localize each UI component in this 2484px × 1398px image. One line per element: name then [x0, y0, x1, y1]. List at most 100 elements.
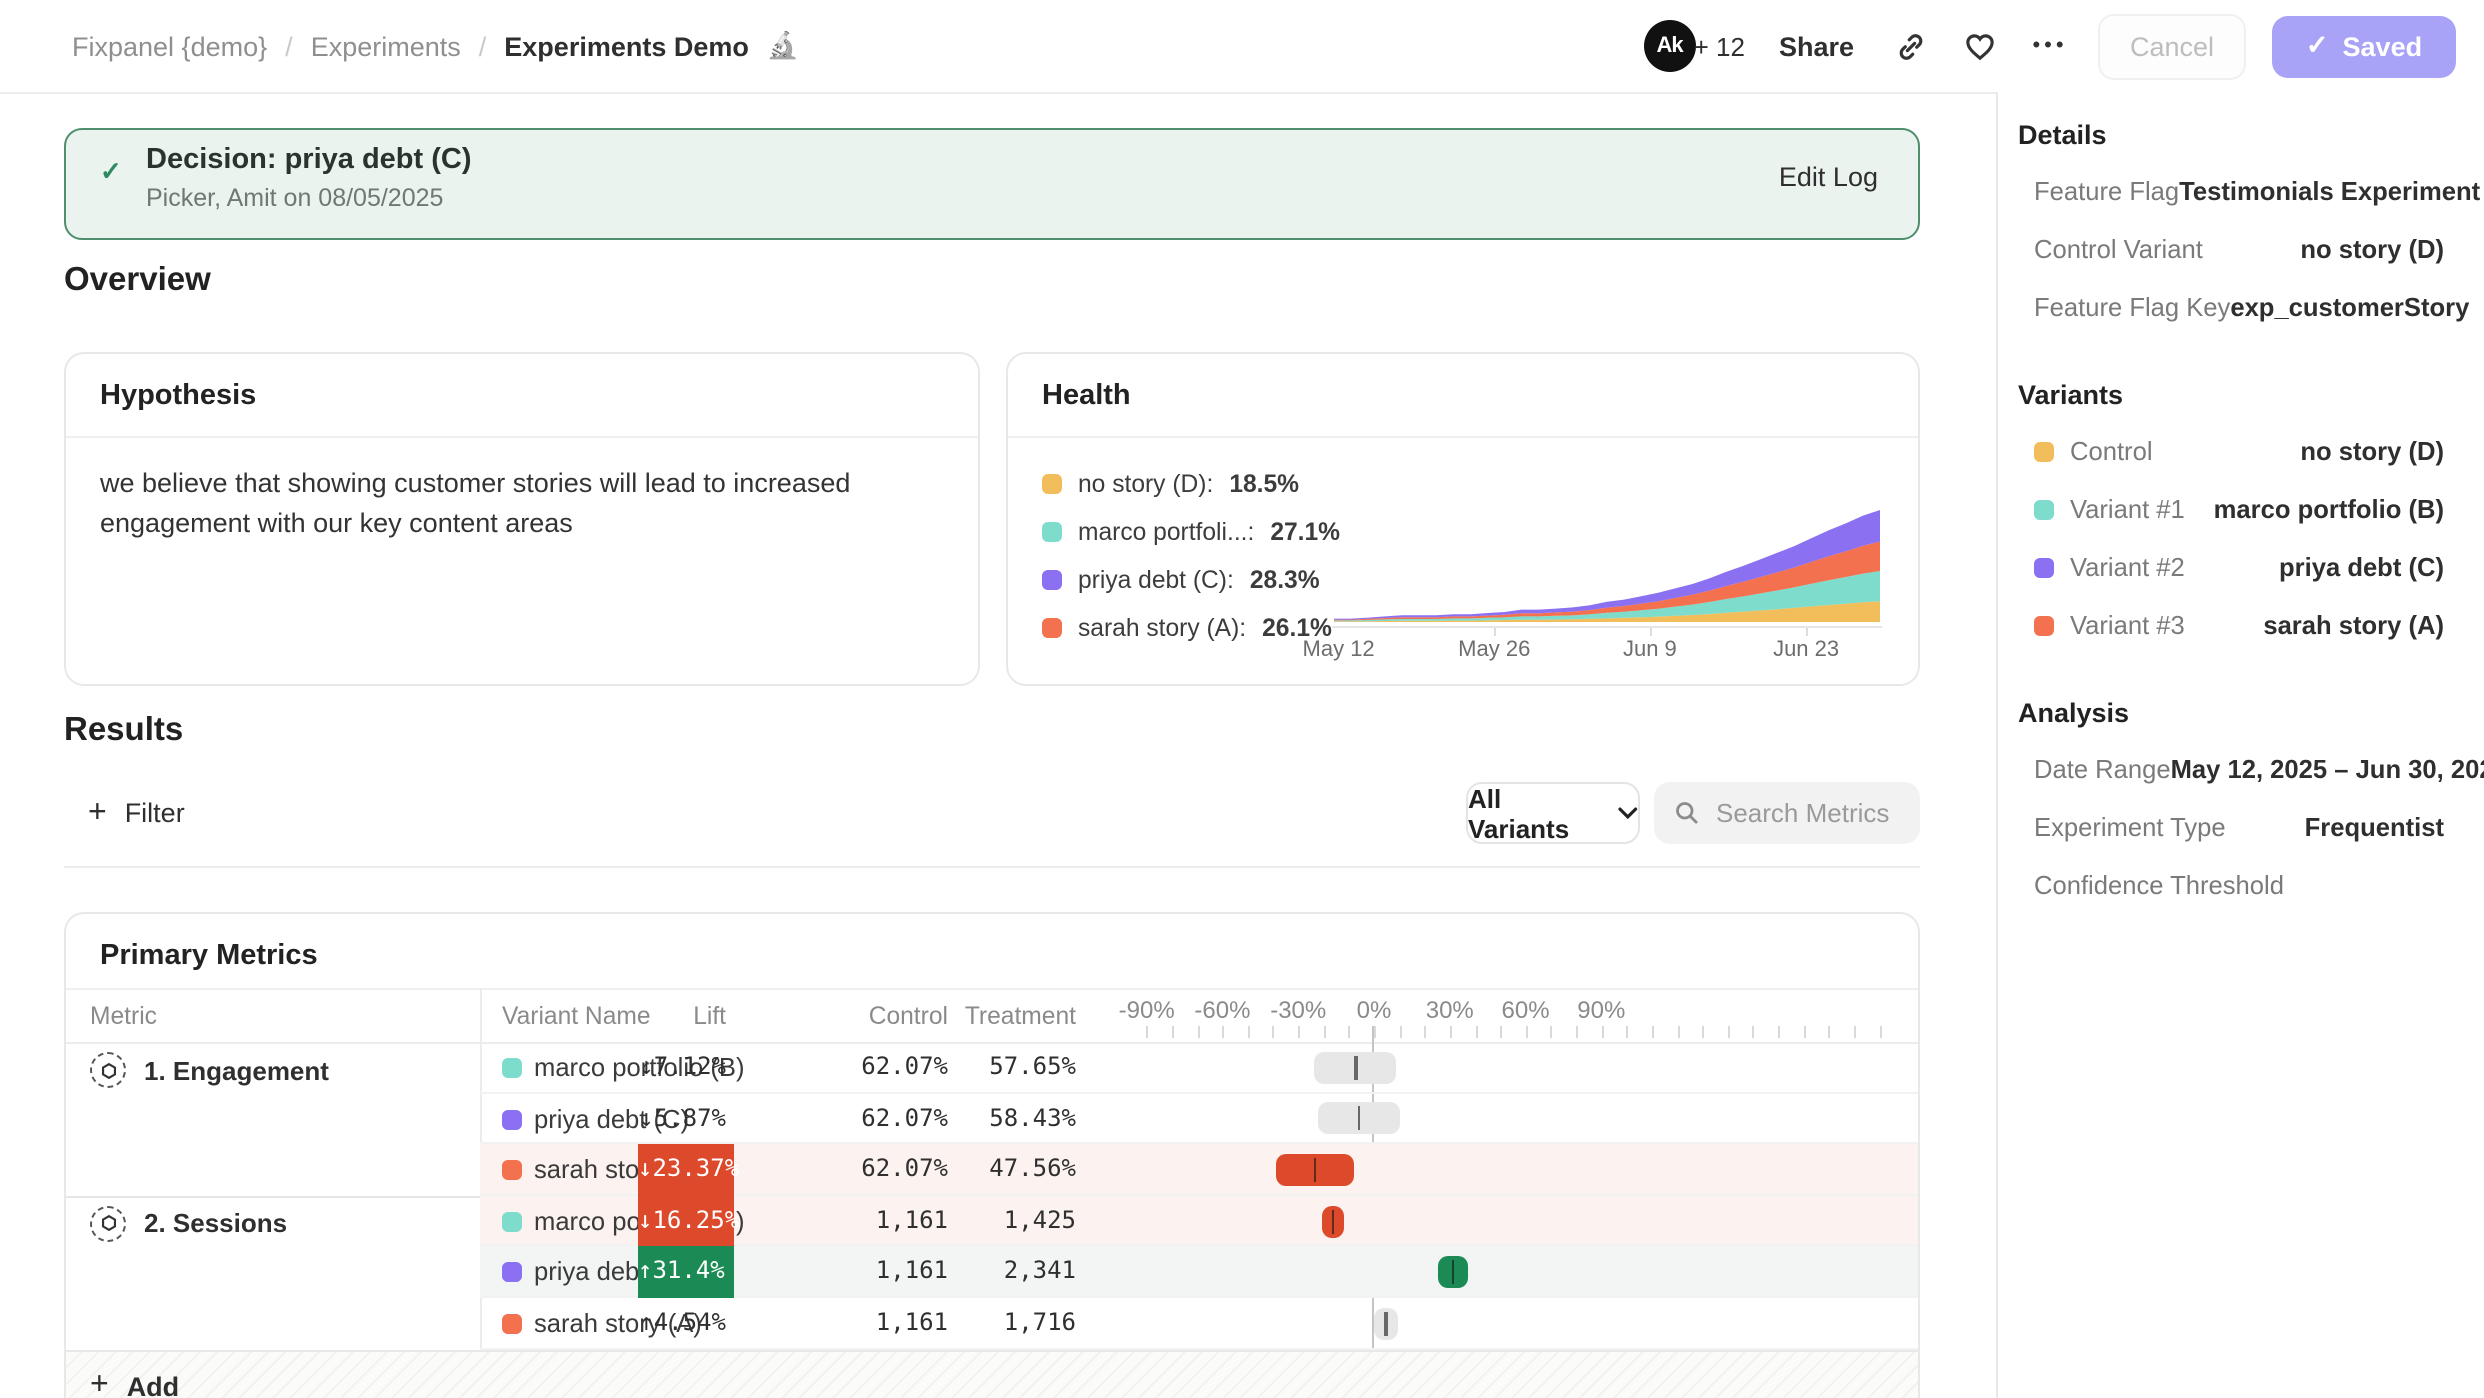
avatar[interactable]: Ak: [1644, 20, 1696, 72]
variant-swatch: [502, 1263, 522, 1283]
metric-row[interactable]: sarah story (A)↑4.54%1,1611,716: [480, 1298, 1920, 1349]
axis-label: -60%: [1194, 996, 1250, 1024]
hypothesis-title: Hypothesis: [100, 380, 256, 412]
decision-subtitle: Picker, Amit on 08/05/2025: [146, 184, 443, 212]
ruler-tick: [1349, 1026, 1351, 1038]
treatment-value: 47.56%: [876, 1144, 1076, 1195]
ruler-tick: [1425, 1026, 1427, 1038]
legend-item: no story (D): 18.5%: [1042, 470, 1299, 498]
ruler-tick: [1576, 1026, 1578, 1038]
sidebar-row-variant-2: Variant #2priya debt (C): [2034, 538, 2444, 596]
collaborator-count[interactable]: + 12: [1694, 31, 1745, 61]
breadcrumb-section[interactable]: Experiments: [311, 31, 461, 61]
axis-label: 90%: [1577, 996, 1625, 1024]
hypothesis-card: Hypothesis we believe that showing custo…: [64, 352, 980, 686]
variant-swatch: [2034, 499, 2054, 519]
metric-name: 1. Engagement: [90, 1052, 329, 1088]
sidebar-row-experiment-type: Experiment TypeFrequentist: [2034, 798, 2444, 856]
check-icon: ✓: [2306, 30, 2329, 62]
more-menu-icon[interactable]: •••: [2028, 24, 2072, 68]
divider: [66, 988, 1918, 990]
metric-name: 2. Sessions: [90, 1206, 287, 1242]
ruler-tick: [1172, 1026, 1174, 1038]
top-header-bar: Fixpanel {demo} / Experiments / Experime…: [0, 0, 2484, 94]
legend-swatch: [1042, 522, 1062, 542]
sidebar-row-feature-flag-key: Feature Flag Keyexp_customerStory: [2034, 278, 2444, 336]
search-metrics-input[interactable]: Search Metrics: [1654, 782, 1920, 844]
ruler-tick: [1652, 1026, 1654, 1038]
lift-value: ↑4.54%: [546, 1298, 726, 1349]
legend-swatch: [1042, 618, 1062, 638]
metric-row[interactable]: marco portfolio (B)↓7.12%62.07%57.65%: [480, 1042, 1920, 1093]
chart-x-axis: [1332, 626, 1882, 628]
goal-metric-icon: [90, 1052, 126, 1088]
ruler-tick: [1627, 1026, 1629, 1038]
lift-point-tick: [1452, 1260, 1455, 1284]
metric-row[interactable]: sarah story (A)↓23.37%62.07%47.56%: [480, 1144, 1920, 1195]
ruler-tick: [1854, 1026, 1856, 1038]
sidebar-row-control: Controlno story (D): [2034, 422, 2444, 480]
ruler-tick: [1753, 1026, 1755, 1038]
variant-swatch: [502, 1314, 522, 1334]
breadcrumb-separator: /: [285, 31, 293, 61]
microscope-icon: 🔬: [767, 30, 799, 62]
treatment-value: 58.43%: [876, 1093, 1076, 1144]
metric-row[interactable]: priya debt (C)↓5.87%62.07%58.43%: [480, 1093, 1920, 1144]
share-button[interactable]: Share: [1779, 31, 1854, 61]
x-tick-label: May 12: [1303, 638, 1375, 662]
sidebar-row-label: Date Range: [2034, 754, 2171, 784]
ruler-tick: [1500, 1026, 1502, 1038]
sidebar-row-value: priya debt (C): [2185, 552, 2444, 582]
health-card: Health no story (D): 18.5%marco portfoli…: [1006, 352, 1920, 686]
x-tick: [1806, 628, 1808, 636]
lift-point-tick: [1313, 1158, 1316, 1182]
overview-heading: Overview: [64, 262, 211, 300]
app-window: Fixpanel {demo} / Experiments / Experime…: [0, 0, 2484, 1398]
legend-swatch: [1042, 474, 1062, 494]
saved-button[interactable]: ✓ Saved: [2272, 15, 2456, 77]
treatment-value: 1,425: [876, 1196, 1076, 1247]
search-icon: [1674, 800, 1700, 826]
sidebar-row-value: no story (D): [2153, 436, 2444, 466]
lift-value: ↓7.12%: [546, 1042, 726, 1093]
sidebar-row-value: marco portfolio (B): [2185, 494, 2444, 524]
breadcrumb-separator: /: [479, 31, 487, 61]
favorite-heart-icon[interactable]: [1958, 24, 2002, 68]
lift-value: ↓5.87%: [546, 1093, 726, 1144]
add-metric-button[interactable]: + Add: [90, 1368, 179, 1398]
decision-title: Decision: priya debt (C): [146, 144, 472, 176]
breadcrumb-project[interactable]: Fixpanel {demo}: [72, 31, 267, 61]
legend-label: no story (D):: [1078, 470, 1213, 498]
x-tick-label: Jun 23: [1773, 638, 1839, 662]
legend-label: marco portfoli...:: [1078, 518, 1254, 546]
legend-value: 18.5%: [1229, 470, 1299, 498]
ruler-tick: [1323, 1026, 1325, 1038]
ruler-tick: [1222, 1026, 1224, 1038]
results-heading: Results: [64, 712, 183, 750]
plus-icon: +: [90, 1368, 109, 1398]
sidebar-row-value: no story (D): [2203, 234, 2444, 264]
variant-swatch: [2034, 557, 2054, 577]
copy-link-icon[interactable]: [1888, 24, 1932, 68]
cancel-button[interactable]: Cancel: [2098, 13, 2246, 79]
add-filter-button[interactable]: + Filter: [88, 782, 185, 844]
edit-log-button[interactable]: Edit Log: [1779, 162, 1878, 192]
breadcrumb: Fixpanel {demo} / Experiments / Experime…: [72, 0, 799, 92]
metric-row[interactable]: priya debt (C)↑31.4%1,1612,341: [480, 1247, 1920, 1298]
sidebar-row-variant-3: Variant #3sarah story (A): [2034, 596, 2444, 654]
lift-badge: ↓23.37%: [638, 1144, 734, 1195]
metric-row[interactable]: marco portfolio (B)↓16.25%1,1611,425: [480, 1196, 1920, 1247]
analysis-section-title: Analysis: [2018, 698, 2484, 728]
legend-swatch: [1042, 570, 1062, 590]
decision-banner: ✓ Decision: priya debt (C) Picker, Amit …: [64, 128, 1920, 240]
metric-name-label: 1. Engagement: [144, 1055, 329, 1085]
variant-swatch: [502, 1160, 522, 1180]
axis-label: 60%: [1502, 996, 1550, 1024]
lift-point-tick: [1358, 1107, 1361, 1131]
ruler-tick: [1778, 1026, 1780, 1038]
ruler-tick: [1450, 1026, 1452, 1038]
ruler-tick: [1147, 1026, 1149, 1038]
all-variants-dropdown[interactable]: All Variants: [1466, 782, 1640, 844]
col-treatment: Treatment: [876, 1002, 1076, 1030]
lift-badge: ↑31.4%: [638, 1247, 734, 1298]
